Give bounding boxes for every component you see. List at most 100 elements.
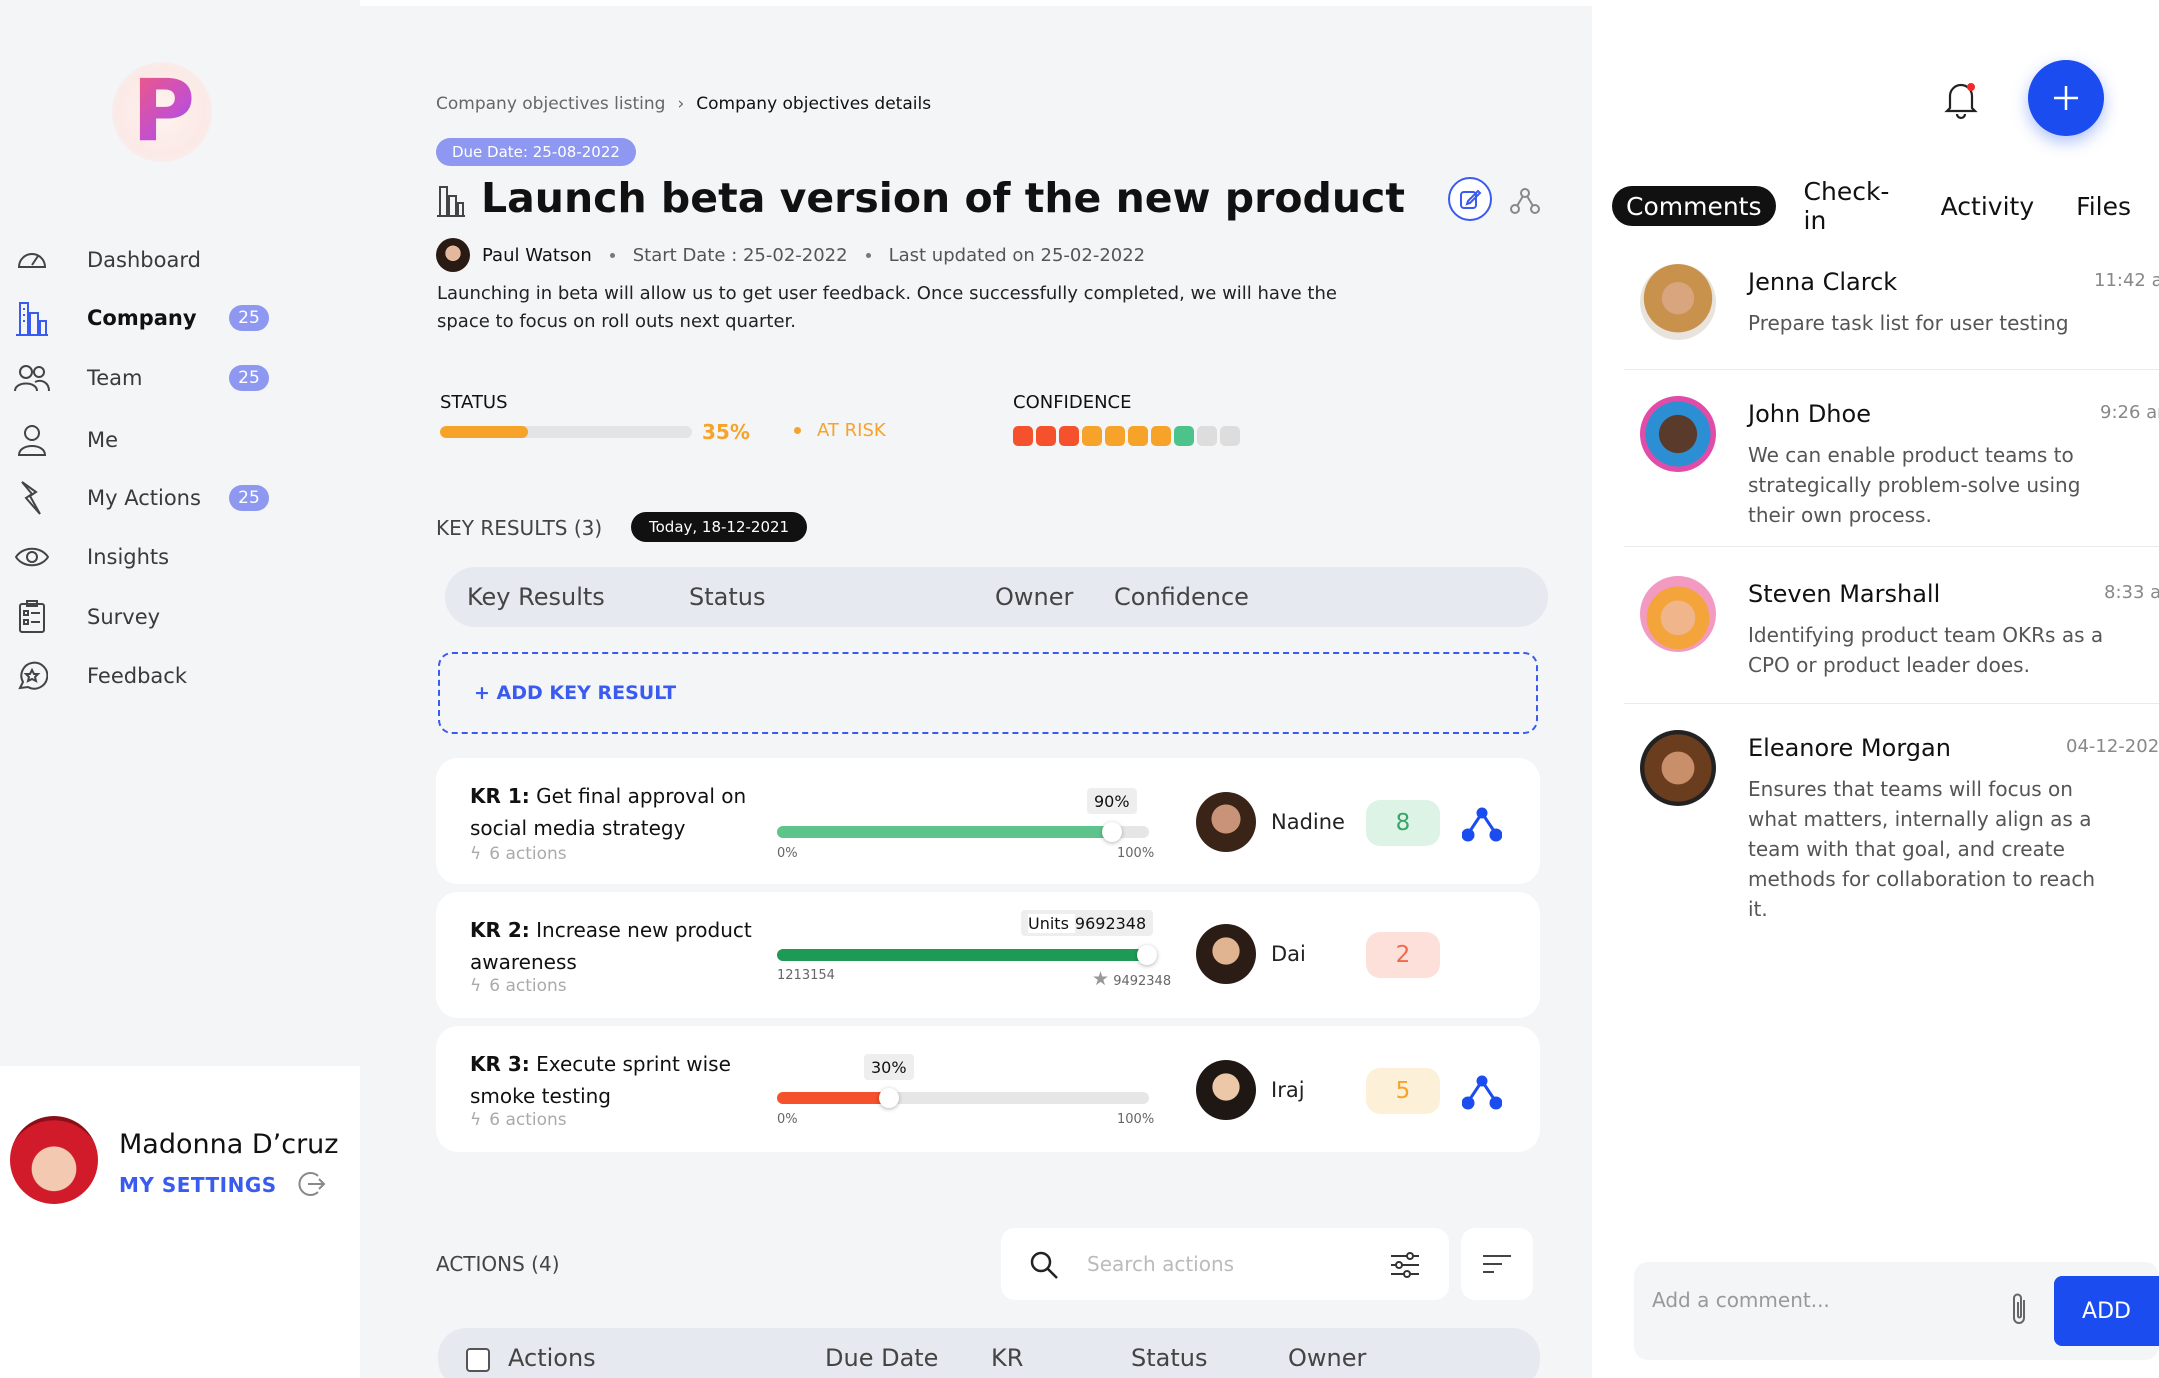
kr-prefix: KR 2: <box>470 918 530 942</box>
kr-owner-name[interactable]: Dai <box>1271 942 1306 966</box>
app-logo[interactable]: P <box>112 62 212 162</box>
kr-slider-thumb[interactable] <box>879 1088 899 1108</box>
sidebar-item-me[interactable]: Me <box>0 410 360 470</box>
kr-progress-slider[interactable] <box>777 945 1157 965</box>
confidence-block <box>1059 426 1079 446</box>
column-header[interactable]: Confidence <box>1114 583 1249 611</box>
risk-label: AT RISK <box>817 420 886 441</box>
kr-min-label: 0% <box>777 846 798 861</box>
sidebar-item-insights[interactable]: Insights <box>0 527 360 587</box>
key-result-row[interactable]: KR 3: Execute sprint wise smoke testing … <box>436 1026 1540 1152</box>
comment-input[interactable] <box>1652 1282 1982 1318</box>
comment-author[interactable]: Eleanore Morgan <box>1748 734 1951 762</box>
tab-activity[interactable]: Activity <box>1927 186 2049 226</box>
confidence-block <box>1036 426 1056 446</box>
bolt-icon: ϟ <box>470 1110 482 1130</box>
kr-slider-thumb[interactable] <box>1102 822 1122 842</box>
sidebar-item-survey[interactable]: Survey <box>0 587 360 647</box>
feedback-icon <box>14 658 50 694</box>
user-card: Madonna D’cruz MY SETTINGS <box>0 1066 360 1378</box>
today-badge: Today, 18-12-2021 <box>631 512 808 542</box>
comment-author[interactable]: John Dhoe <box>1748 400 1871 428</box>
kr-actions-count[interactable]: ϟ 6 actions <box>470 1110 567 1130</box>
comment-author[interactable]: Steven Marshall <box>1748 580 1940 608</box>
avatar[interactable] <box>10 1116 98 1204</box>
divider <box>1624 369 2159 370</box>
logout-icon[interactable] <box>296 1169 326 1199</box>
kr-confidence-badge[interactable]: 8 <box>1366 800 1440 846</box>
search-input[interactable] <box>1087 1246 1357 1282</box>
sidebar-item-label: Team <box>87 366 143 390</box>
breadcrumb-separator: › <box>677 94 685 114</box>
key-result-row[interactable]: KR 1: Get final approval on social media… <box>436 758 1540 884</box>
actions-table-header: Actions Due Date KR Status Owner <box>438 1328 1540 1378</box>
kr-progress-slider[interactable] <box>777 822 1149 842</box>
kr-prefix: KR 1: <box>470 784 530 808</box>
paperclip-icon[interactable] <box>2008 1292 2032 1328</box>
column-header[interactable]: Status <box>1131 1344 1207 1372</box>
sidebar-item-company[interactable]: Company 25 <box>0 288 360 348</box>
kr-actions-count[interactable]: ϟ 6 actions <box>470 976 567 996</box>
edit-button[interactable] <box>1448 177 1492 221</box>
kr-slider-thumb[interactable] <box>1137 945 1157 965</box>
confidence-block <box>1128 426 1148 446</box>
column-header[interactable]: Owner <box>1288 1344 1366 1372</box>
kr-actions-text: 6 actions <box>489 1110 567 1130</box>
kr-confidence-badge[interactable]: 5 <box>1366 1068 1440 1114</box>
add-key-result-button[interactable]: + ADD KEY RESULT <box>438 652 1538 734</box>
tab-files[interactable]: Files <box>2062 186 2145 226</box>
confidence-block <box>1082 426 1102 446</box>
select-all-checkbox[interactable] <box>466 1348 490 1372</box>
sidebar-item-dashboard[interactable]: Dashboard <box>0 230 360 290</box>
kr-actions-count[interactable]: ϟ 6 actions <box>470 844 567 864</box>
hierarchy-icon[interactable] <box>1461 1074 1503 1110</box>
bell-icon[interactable] <box>1940 78 1982 120</box>
tab-check-in[interactable]: Check-in <box>1790 177 1913 235</box>
sidebar-item-label: Feedback <box>87 664 188 688</box>
column-header[interactable]: Status <box>689 583 765 611</box>
comment-text: We can enable product teams to strategic… <box>1748 443 2081 527</box>
owner-name[interactable]: Paul Watson <box>482 245 592 266</box>
hierarchy-icon[interactable] <box>1461 806 1503 842</box>
column-header[interactable]: Key Results <box>467 583 605 611</box>
star-icon: ★ <box>1092 968 1110 990</box>
column-header[interactable]: KR <box>991 1344 1023 1372</box>
sort-button[interactable] <box>1461 1228 1533 1300</box>
comment-author[interactable]: Jenna Clarck <box>1748 268 1897 296</box>
breadcrumb-parent[interactable]: Company objectives listing <box>436 94 665 114</box>
kr-progress-fill <box>777 1092 889 1104</box>
avatar[interactable] <box>1640 264 1716 340</box>
avatar[interactable] <box>1640 396 1716 472</box>
add-comment-button[interactable]: ADD <box>2054 1276 2159 1346</box>
key-result-row[interactable]: KR 2: Increase new product awareness ϟ 6 … <box>436 892 1540 1018</box>
column-header[interactable]: Due Date <box>825 1344 938 1372</box>
kr-owner-name[interactable]: Nadine <box>1271 810 1345 834</box>
avatar[interactable] <box>1640 730 1716 806</box>
kr-progress-slider[interactable] <box>777 1088 1149 1108</box>
kr-owner-name[interactable]: Iraj <box>1271 1078 1305 1102</box>
kr-confidence-badge[interactable]: 2 <box>1366 932 1440 978</box>
sidebar-item-team[interactable]: Team 25 <box>0 348 360 408</box>
confidence-block <box>1174 426 1194 446</box>
sidebar-item-feedback[interactable]: Feedback <box>0 646 360 706</box>
filter-sliders-icon[interactable] <box>1389 1250 1421 1280</box>
users-icon <box>14 360 50 396</box>
comment-text: Identifying product team OKRs as a CPO o… <box>1748 623 2104 677</box>
comment-item: Jenna Clarck 11:42 am Prepare task list … <box>1624 264 2159 364</box>
gauge-icon <box>14 242 50 278</box>
tab-comments[interactable]: Comments <box>1612 186 1776 226</box>
add-key-result-label: + ADD KEY RESULT <box>474 682 677 704</box>
kr-min-label: 0% <box>777 1112 798 1127</box>
hierarchy-icon[interactable] <box>1510 186 1540 216</box>
add-button[interactable] <box>2028 60 2104 136</box>
column-header[interactable]: Actions <box>508 1344 596 1372</box>
kr-prefix: KR 3: <box>470 1052 530 1076</box>
dot-separator <box>609 252 615 258</box>
kr-tip-value: 30% <box>871 1057 907 1077</box>
confidence-block <box>1220 426 1240 446</box>
sidebar-item-my-actions[interactable]: My Actions 25 <box>0 468 360 528</box>
my-settings-link[interactable]: MY SETTINGS <box>119 1173 277 1197</box>
avatar[interactable] <box>1640 576 1716 652</box>
avatar <box>1196 924 1256 984</box>
column-header[interactable]: Owner <box>995 583 1073 611</box>
